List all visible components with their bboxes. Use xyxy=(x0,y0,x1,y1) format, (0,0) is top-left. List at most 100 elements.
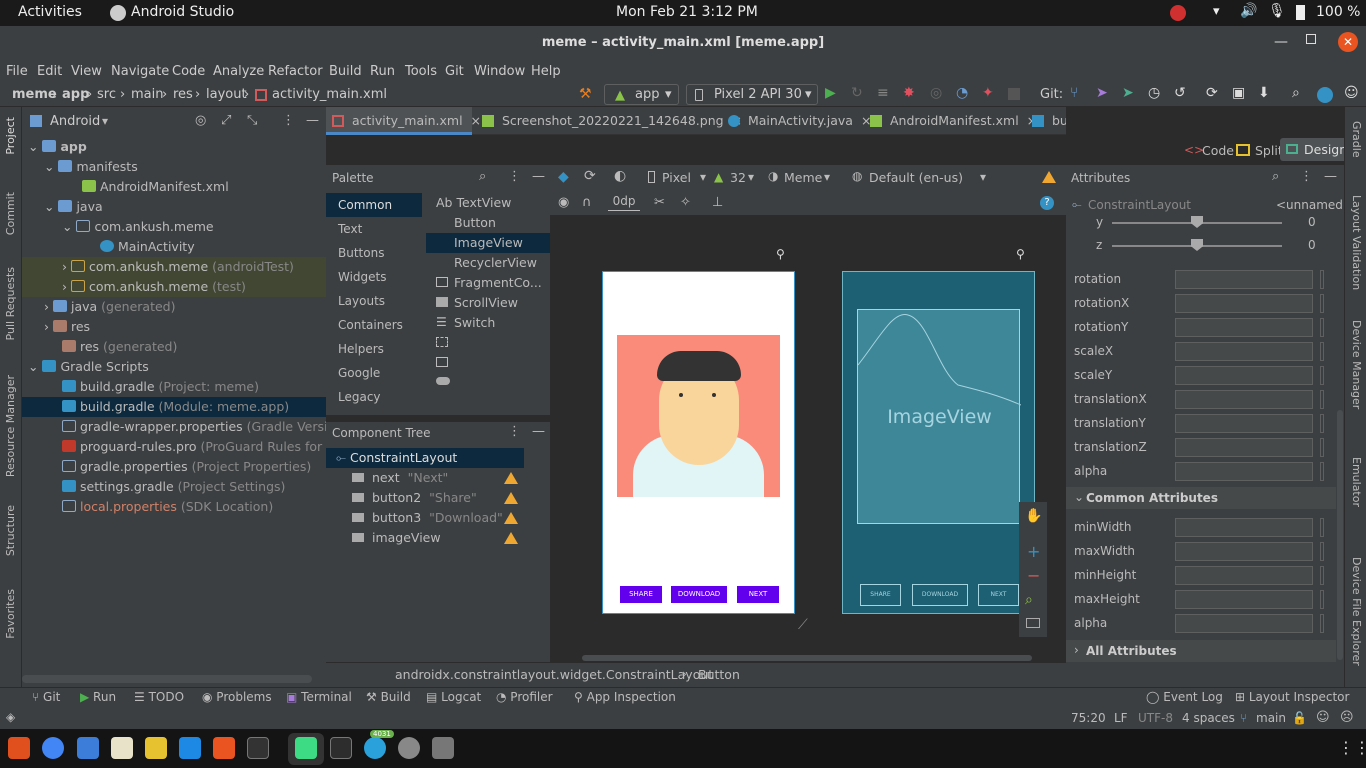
maxheight-input[interactable] xyxy=(1175,590,1313,609)
all-attributes-header[interactable]: › All Attributes xyxy=(1066,640,1336,662)
volume-icon[interactable]: 🔊 xyxy=(1240,3,1257,19)
zoom-actual-icon[interactable] xyxy=(1026,618,1040,628)
hide-panel-icon[interactable]: — xyxy=(532,424,545,439)
terminal-tool-button[interactable]: ▣ Terminal xyxy=(286,690,352,704)
device-dropdown[interactable]: Pixel 2 API 30 ▾ xyxy=(686,84,818,105)
tree-root-constraintlayout[interactable]: ⟜ ConstraintLayout xyxy=(326,448,524,468)
palette-category-widgets[interactable]: Widgets xyxy=(326,265,422,289)
scalex-input[interactable] xyxy=(1175,342,1313,361)
build-tool-button[interactable]: ⚒ Build xyxy=(366,690,411,704)
docs-icon[interactable] xyxy=(179,737,201,759)
battery-icon[interactable] xyxy=(1296,5,1305,20)
attach-debugger-icon[interactable]: ✦ xyxy=(982,85,994,101)
maxwidth-input[interactable] xyxy=(1175,542,1313,561)
caret-position[interactable]: 75:20 xyxy=(1071,711,1106,725)
y-slider-thumb[interactable] xyxy=(1191,216,1203,228)
warning-icon[interactable] xyxy=(504,492,518,504)
code-view-button[interactable]: Code xyxy=(1202,143,1234,158)
tree-item-imageview[interactable]: imageView xyxy=(326,528,524,548)
hammer-icon[interactable]: ⚒ xyxy=(579,86,592,102)
theme-selector[interactable]: Meme xyxy=(784,170,822,185)
canvas-horizontal-scrollbar[interactable] xyxy=(582,655,1032,661)
resource-picker[interactable] xyxy=(1320,342,1324,361)
menu-code[interactable]: Code xyxy=(172,64,205,79)
common-attributes-header[interactable]: ⌄ Common Attributes xyxy=(1066,487,1336,509)
git-commit-icon[interactable]: ➤ xyxy=(1096,85,1108,101)
tree-item-package-androidtest[interactable]: › com.ankush.meme (androidTest) xyxy=(22,257,326,277)
rhythmbox-icon[interactable] xyxy=(145,737,167,759)
tree-item-package[interactable]: ⌄ com.ankush.meme xyxy=(22,217,326,237)
tree-item-proguard[interactable]: proguard-rules.pro (ProGuard Rules for m… xyxy=(22,437,358,457)
tree-item-gradle-scripts[interactable]: ⌄ Gradle Scripts xyxy=(22,357,326,377)
problems-tool-button[interactable]: ◉ Problems xyxy=(202,690,272,704)
resource-manager-tool-window-button[interactable]: Resource Manager xyxy=(4,375,17,477)
microphone-icon[interactable]: 🎙 xyxy=(1268,3,1286,19)
pull-requests-tool-window-button[interactable]: Pull Requests xyxy=(4,267,17,340)
resize-corner-icon[interactable]: ⟋ xyxy=(798,617,808,633)
menu-analyze[interactable]: Analyze xyxy=(213,64,264,79)
breadcrumb-meme[interactable]: meme xyxy=(12,87,57,102)
git-tool-button[interactable]: ⑂ Git xyxy=(32,690,60,704)
menu-navigate[interactable]: Navigate xyxy=(111,64,169,79)
breadcrumb-file[interactable]: activity_main.xml xyxy=(272,87,387,102)
orientation-icon[interactable]: ⟳ xyxy=(584,168,596,184)
menu-file[interactable]: File xyxy=(6,64,28,79)
resource-picker[interactable] xyxy=(1320,542,1324,561)
tree-item-mainactivity[interactable]: MainActivity xyxy=(22,237,326,257)
tree-item-java-generated[interactable]: › java (generated) xyxy=(22,297,326,317)
palette-item-recyclerview[interactable]: RecyclerView xyxy=(426,253,550,273)
design-canvas[interactable]: ⚲ ⚲ SHARE DOWNLOAD NEXT ⟋ ImageView SHAR… xyxy=(550,215,1066,655)
palette-category-legacy[interactable]: Legacy xyxy=(326,385,422,409)
z-slider-thumb[interactable] xyxy=(1191,239,1203,251)
chrome-icon[interactable] xyxy=(42,737,64,759)
settings-icon[interactable] xyxy=(398,737,420,759)
palette-category-layouts[interactable]: Layouts xyxy=(326,289,422,313)
layers-icon[interactable]: ◆ xyxy=(558,169,569,185)
device-file-explorer-tool-window-button[interactable]: Device File Explorer xyxy=(1350,557,1363,666)
default-margin-input[interactable]: 0dp xyxy=(608,194,640,211)
palette-category-text[interactable]: Text xyxy=(326,217,422,241)
trash-icon[interactable] xyxy=(432,737,454,759)
git-push-icon[interactable]: ➤ xyxy=(1122,85,1134,101)
hide-panel-icon[interactable]: — xyxy=(532,169,545,184)
breadcrumb-src[interactable]: src xyxy=(97,87,116,102)
breadcrumb-main[interactable]: main xyxy=(131,87,163,102)
guidelines-icon[interactable]: ⊥ xyxy=(712,195,723,210)
gradle-sync-icon[interactable]: ⟳ xyxy=(1206,85,1218,101)
resource-picker[interactable] xyxy=(1320,414,1324,433)
layout-inspector-tool-button[interactable]: ⊞ Layout Inspector xyxy=(1235,690,1349,704)
project-tool-window-button[interactable]: Project xyxy=(4,117,17,155)
minimize-icon[interactable]: — xyxy=(1274,34,1288,50)
warning-icon[interactable] xyxy=(504,512,518,524)
palette-item-button[interactable]: Button xyxy=(426,213,550,233)
device-selector[interactable]: Pixel xyxy=(662,170,691,185)
resource-picker[interactable] xyxy=(1320,366,1324,385)
translationz-input[interactable] xyxy=(1175,438,1313,457)
device-manager-tool-window-button[interactable]: Device Manager xyxy=(1350,320,1363,409)
tree-item-gradle-properties[interactable]: gradle.properties (Project Properties) xyxy=(22,457,326,477)
more-options-icon[interactable]: ⋮ xyxy=(282,113,295,128)
apply-changes-icon[interactable]: ≡ xyxy=(877,85,889,101)
resize-handle-icon[interactable]: ⚲ xyxy=(1016,247,1025,261)
night-mode-icon[interactable]: ◐ xyxy=(614,168,626,184)
breadcrumb-layout[interactable]: layout xyxy=(206,87,247,102)
split-view-button[interactable]: Split xyxy=(1255,143,1283,158)
warning-icon[interactable] xyxy=(504,532,518,544)
menu-window[interactable]: Window xyxy=(474,64,525,79)
magnet-icon[interactable]: ∩ xyxy=(582,195,592,210)
emulator-tool-window-button[interactable]: Emulator xyxy=(1350,457,1363,507)
more-options-icon[interactable]: ⋮ xyxy=(1300,169,1313,184)
profiler-tool-button[interactable]: ◔ Profiler xyxy=(496,690,553,704)
terminal-icon[interactable] xyxy=(330,737,352,759)
collapse-all-icon[interactable]: ⤡ xyxy=(247,113,257,128)
menu-help[interactable]: Help xyxy=(531,64,561,79)
resource-picker[interactable] xyxy=(1320,614,1324,633)
resource-picker[interactable] xyxy=(1320,462,1324,481)
sdk-manager-icon[interactable]: ⬇ xyxy=(1258,85,1270,101)
git-update-icon[interactable]: ⑂ xyxy=(1070,85,1078,101)
menu-tools[interactable]: Tools xyxy=(405,64,437,79)
notification-icon[interactable] xyxy=(1170,5,1186,21)
palette-category-buttons[interactable]: Buttons xyxy=(326,241,422,265)
user-icon[interactable]: ☺ xyxy=(1344,85,1359,101)
resource-picker[interactable] xyxy=(1320,270,1324,289)
